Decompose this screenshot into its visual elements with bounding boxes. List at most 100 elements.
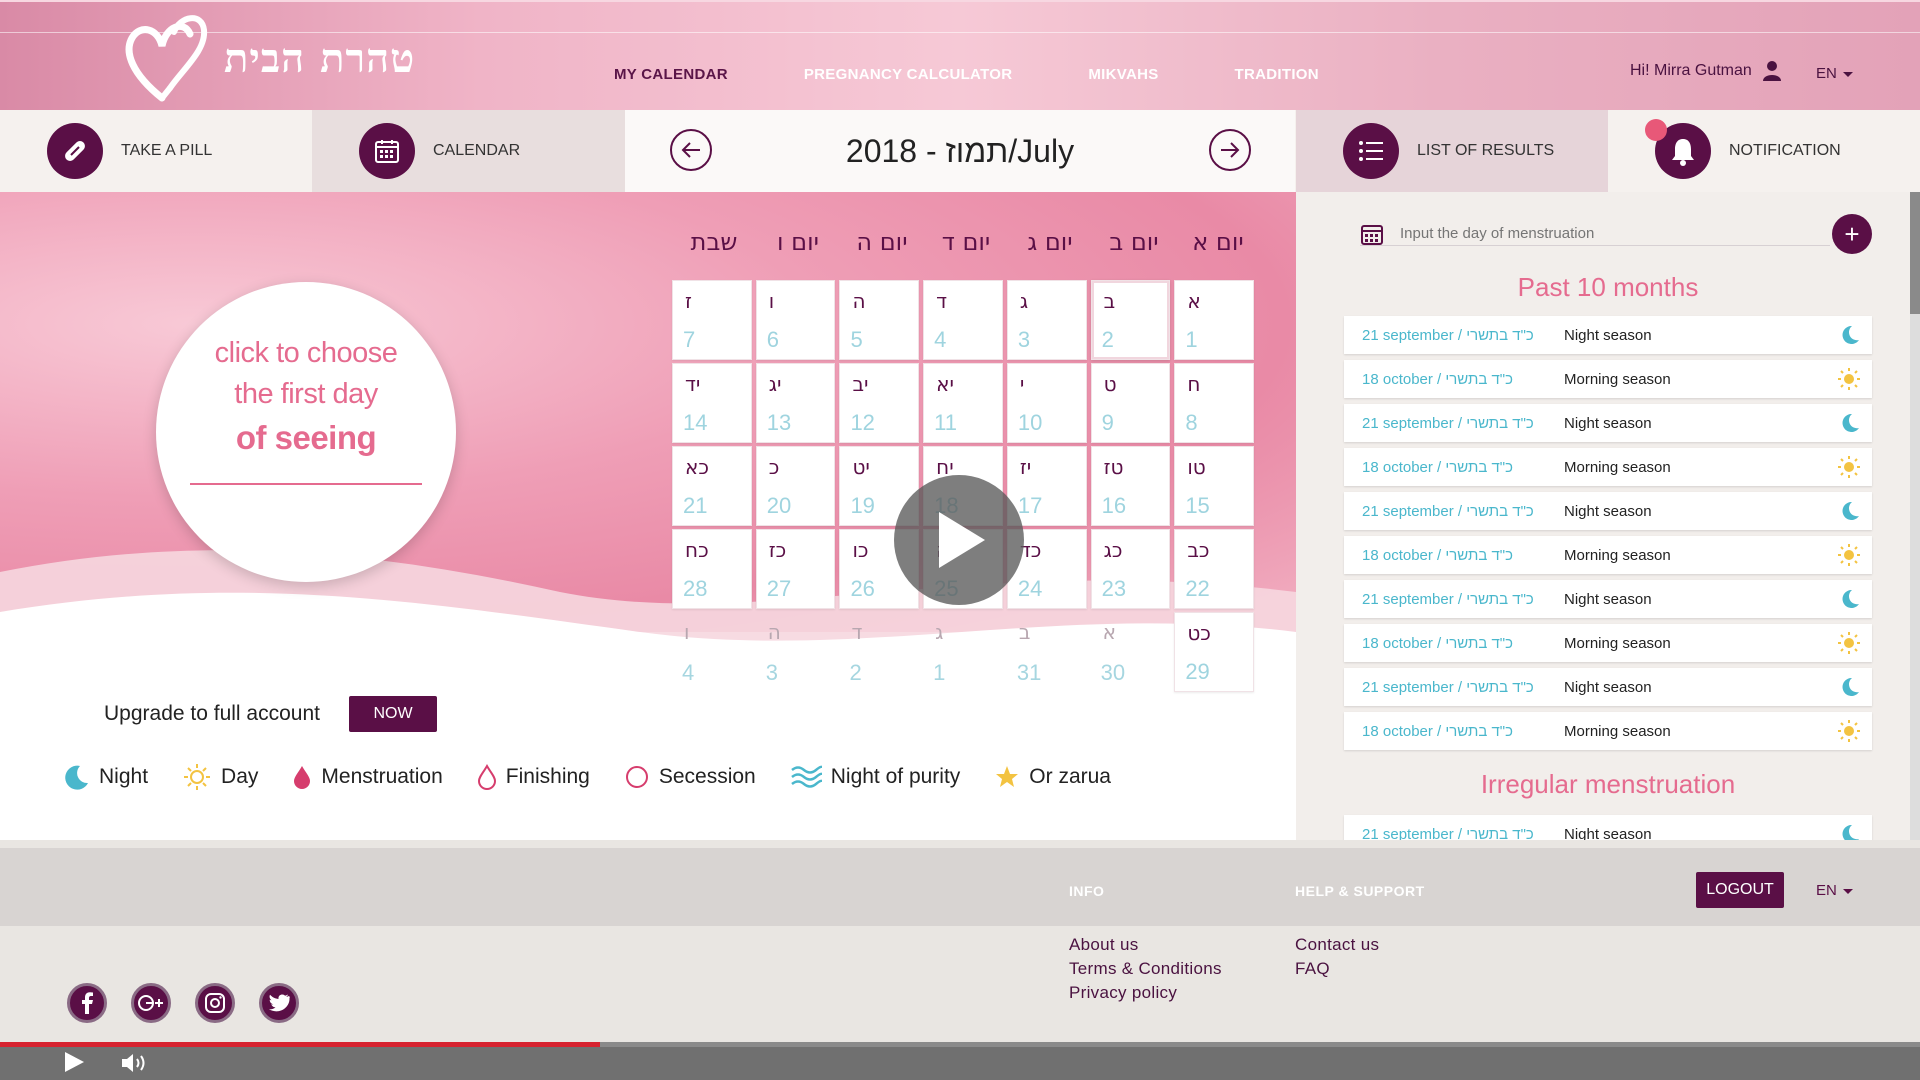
results-scrollbar[interactable] <box>1910 192 1920 840</box>
result-season: Morning season <box>1564 634 1671 652</box>
calendar-day-cell[interactable]: א1 <box>1174 280 1255 360</box>
calendar-week-row: ז7ו6ה5ד4ג3ב2א1 <box>672 280 1258 363</box>
scroll-thumb[interactable] <box>1910 192 1920 314</box>
add-button[interactable]: + <box>1832 214 1872 254</box>
calendar-day-cell[interactable]: טז 16 <box>1090 446 1171 526</box>
calendar-day-cell[interactable]: ד2 <box>839 612 919 692</box>
result-row[interactable]: 18 october / כ"ד בתשרי Morning season <box>1344 712 1872 750</box>
about-link[interactable]: About us <box>1069 935 1139 955</box>
gregorian-date: 23 <box>1101 576 1127 601</box>
choose-first-day-button[interactable]: click to choose the first day of seeing <box>156 282 456 582</box>
gregorian-date: 24 <box>1017 576 1043 601</box>
instagram-icon[interactable] <box>195 983 235 1023</box>
calendar-day-cell[interactable]: כג 23 <box>1090 529 1171 609</box>
calendar-day-cell[interactable]: ג1 <box>923 612 1003 692</box>
calendar-day-cell[interactable]: ה5 <box>839 280 920 360</box>
calendar-day-cell[interactable]: יב 12 <box>839 363 920 443</box>
result-row[interactable]: 21 september / כ"ד בתשרי Night season <box>1344 668 1872 706</box>
calendar-day-cell[interactable]: יג 13 <box>755 363 836 443</box>
calendar-day-cell[interactable]: א 30 <box>1091 612 1171 692</box>
faq-link[interactable]: FAQ <box>1295 959 1330 979</box>
calendar-day-cell[interactable]: כט 29 <box>1174 612 1255 692</box>
result-date: 18 october / כ"ד בתשרי <box>1362 370 1513 388</box>
calendar-day-cell[interactable]: כח 28 <box>672 529 752 609</box>
result-row[interactable]: 21 september / כ"ד בתשרי Night season <box>1344 404 1872 442</box>
calendar-day-cell[interactable]: ב2 <box>1090 280 1171 360</box>
privacy-link[interactable]: Privacy policy <box>1069 983 1177 1003</box>
calendar-day-cell[interactable]: כב 22 <box>1174 529 1255 609</box>
upgrade-now-button[interactable]: NOW <box>349 696 437 732</box>
gregorian-date: 9 <box>1101 410 1114 435</box>
nav-tradition[interactable]: TRADITION <box>1235 66 1319 83</box>
calendar-day-cell[interactable]: ח8 <box>1174 363 1255 443</box>
video-play-overlay[interactable] <box>894 475 1024 605</box>
arrow-left-icon <box>681 142 700 158</box>
language-select[interactable]: EN <box>1816 65 1853 82</box>
take-pill-button[interactable]: TAKE A PILL <box>0 110 312 192</box>
result-row[interactable]: 18 october / כ"ד בתשרי Morning season <box>1344 448 1872 486</box>
take-pill-label: TAKE A PILL <box>121 142 213 159</box>
sun-icon <box>184 764 211 790</box>
result-row[interactable]: 21 september / כ"ד בתשרי Night season <box>1344 316 1872 354</box>
list-of-results-button[interactable]: LIST OF RESULTS <box>1296 110 1608 192</box>
result-row[interactable]: 18 october / כ"ד בתשרי Morning season <box>1344 624 1872 662</box>
weekday-label: יום ה <box>856 228 908 256</box>
result-date: 18 october / כ"ד בתשרי <box>1362 546 1513 564</box>
gregorian-date: 13 <box>766 410 792 435</box>
calendar-day-cell[interactable]: כ 20 <box>755 446 836 526</box>
google-plus-icon[interactable] <box>131 983 171 1023</box>
legend-night: Night <box>62 763 148 791</box>
calendar-day-cell[interactable]: ג3 <box>1006 280 1087 360</box>
calendar-day-cell[interactable]: י 10 <box>1006 363 1087 443</box>
facebook-icon[interactable] <box>67 983 107 1023</box>
next-month-button[interactable] <box>1209 129 1251 171</box>
twitter-icon[interactable] <box>259 983 299 1023</box>
gregorian-date: 4 <box>682 660 695 685</box>
volume-button[interactable] <box>120 1052 150 1079</box>
menstruation-day-field[interactable] <box>1360 222 1830 246</box>
footer-language-label: EN <box>1816 882 1837 899</box>
terms-link[interactable]: Terms & Conditions <box>1069 959 1222 979</box>
video-play-button[interactable] <box>62 1050 86 1079</box>
user-greeting[interactable]: Hi! Mirra Gutman <box>1630 60 1782 82</box>
calendar-day-cell[interactable]: כז 27 <box>755 529 836 609</box>
weekday-header: שבת יום ו יום ה יום ד יום ג יום ב יום א <box>672 228 1260 256</box>
calendar-day-cell[interactable]: טו 15 <box>1174 446 1255 526</box>
result-row[interactable]: 18 october / כ"ד בתשרי Morning season <box>1344 536 1872 574</box>
result-season: Morning season <box>1564 722 1671 740</box>
weekday-label: יום א <box>1192 228 1244 256</box>
nav-mikvahs[interactable]: MIKVAHS <box>1088 66 1158 83</box>
calendar-day-cell[interactable]: יא 11 <box>923 363 1003 443</box>
gregorian-date: 20 <box>766 493 792 518</box>
result-row[interactable]: 21 september / כ"ד בתשרי Night season <box>1344 492 1872 530</box>
footer-language-select[interactable]: EN <box>1816 882 1853 899</box>
calendar-day-cell[interactable]: ב 31 <box>1007 612 1087 692</box>
calendar-day-cell[interactable]: ו4 <box>672 612 752 692</box>
calendar-day-cell[interactable]: יד 14 <box>672 363 752 443</box>
nav-my-calendar[interactable]: MY CALENDAR <box>614 66 728 83</box>
calendar-day-cell[interactable]: ו6 <box>755 280 836 360</box>
logout-button[interactable]: LOGOUT <box>1696 872 1784 908</box>
result-row[interactable]: 21 september / כ"ד בתשרי Night season <box>1344 580 1872 618</box>
prev-month-button[interactable] <box>670 129 712 171</box>
calendar-day-cell[interactable]: כא 21 <box>672 446 752 526</box>
hebrew-date: כז <box>768 538 787 562</box>
top-header: טהרת הבית MY CALENDAR PREGNANCY CALCULAT… <box>0 0 1920 110</box>
logo[interactable]: טהרת הבית <box>122 12 415 104</box>
legend-label: Day <box>221 765 259 788</box>
result-row[interactable]: 21 september / כ"ד בתשרי Night season <box>1344 815 1872 840</box>
hebrew-date: יג <box>768 372 782 396</box>
calendar-icon <box>359 123 415 179</box>
notification-button[interactable]: NOTIFICATION <box>1608 110 1920 192</box>
calendar-day-cell[interactable]: ז7 <box>672 280 752 360</box>
result-row[interactable]: 18 october / כ"ד בתשרי Morning season <box>1344 360 1872 398</box>
result-date: 21 september / כ"ד בתשרי <box>1362 414 1534 432</box>
contact-link[interactable]: Contact us <box>1295 935 1379 955</box>
calendar-button[interactable]: CALENDAR <box>312 110 625 192</box>
calendar-day-cell[interactable]: ד4 <box>923 280 1003 360</box>
nav-pregnancy-calculator[interactable]: PREGNANCY CALCULATOR <box>804 66 1013 83</box>
menstruation-day-input[interactable] <box>1400 225 1800 242</box>
calendar-day-cell[interactable]: ט9 <box>1090 363 1171 443</box>
calendar-day-cell[interactable]: ה3 <box>756 612 836 692</box>
gregorian-date: 26 <box>850 576 875 601</box>
